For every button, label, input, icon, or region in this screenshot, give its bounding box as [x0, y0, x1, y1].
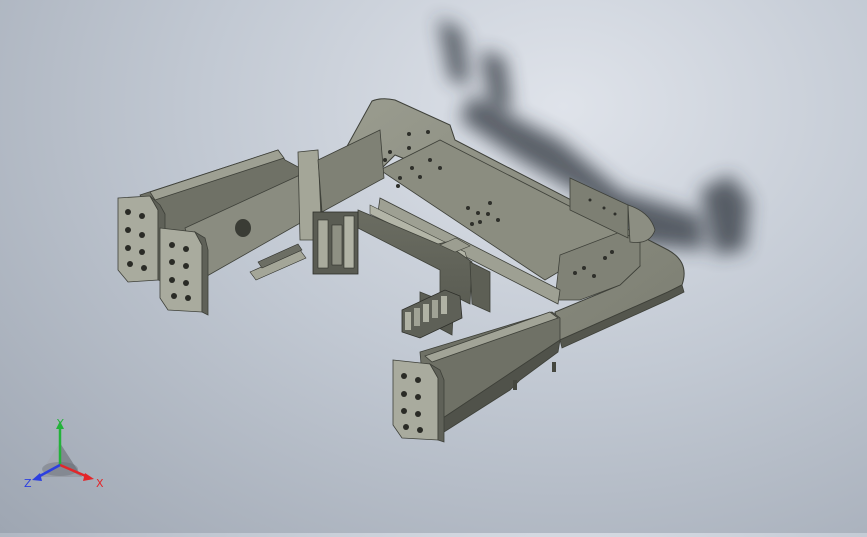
- end-block-left-rear[interactable]: [117, 195, 166, 283]
- x-arrow-icon: [83, 473, 94, 481]
- y-axis-label: Y: [56, 417, 64, 430]
- z-axis-label: Z: [24, 477, 32, 490]
- orientation-triad[interactable]: Y X Z: [20, 415, 110, 495]
- x-axis-label: X: [96, 477, 104, 490]
- end-block-right-front[interactable]: [392, 359, 445, 443]
- end-block-left-front[interactable]: [159, 227, 209, 316]
- cad-scene: [117, 18, 750, 443]
- 3d-viewport[interactable]: Y X Z: [0, 0, 867, 533]
- right-gripper-assembly[interactable]: [401, 289, 463, 339]
